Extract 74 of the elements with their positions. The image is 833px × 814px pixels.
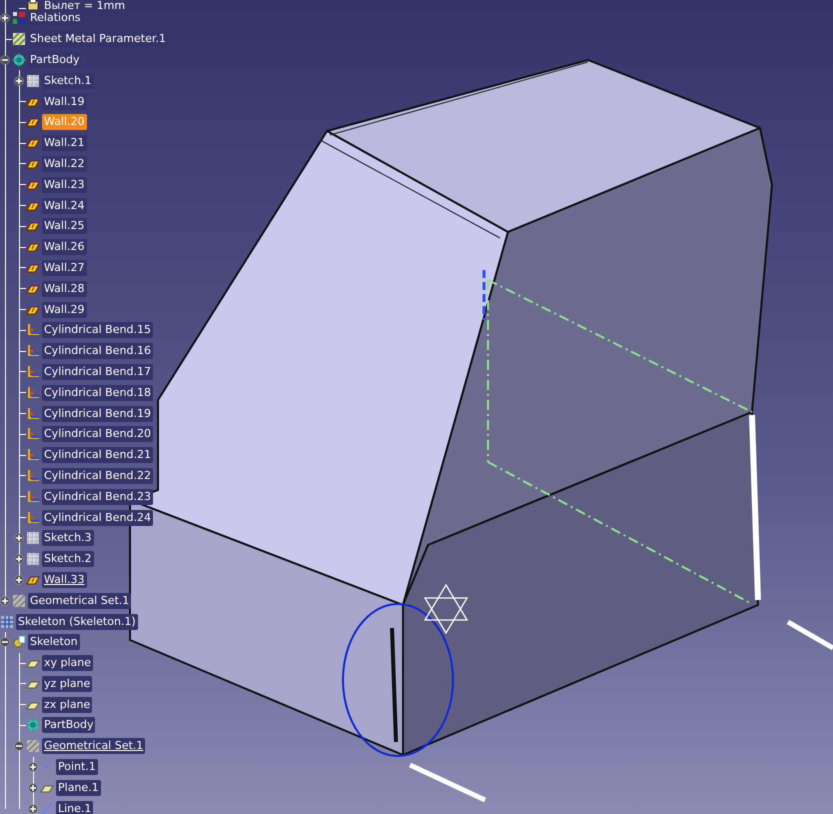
sketch-icon [26,74,40,88]
bend-icon [26,448,40,462]
tree-item[interactable]: Skeleton (Skeleton.1) [16,614,138,630]
tree-item[interactable]: Geometrical Set.1 [42,738,146,754]
product-icon [0,614,14,628]
tree-item[interactable]: Wall.22 [42,156,87,172]
bend-icon [26,344,40,358]
tree-item[interactable]: Wall.27 [42,260,87,276]
tree-item[interactable]: Wall.19 [42,94,87,110]
tree-item[interactable]: Wall.25 [42,218,87,234]
expand-icon[interactable] [28,782,38,793]
expand-icon[interactable] [0,596,10,606]
tree-item[interactable]: PartBody [42,717,96,734]
skeleton-icon [12,635,26,650]
bend-icon [26,490,40,504]
expand-icon[interactable] [14,76,24,86]
expand-icon[interactable] [0,13,10,24]
expand-icon[interactable] [14,533,24,544]
tree-item[interactable]: Cylindrical Bend.15 [42,322,153,338]
expand-icon[interactable] [14,554,24,564]
tree-item[interactable]: Cylindrical Bend.20 [42,426,153,442]
compass-icon[interactable] [424,584,468,634]
tree-item[interactable]: Line.1 [56,800,94,814]
tree-item[interactable]: Wall.28 [42,280,87,297]
tree-item[interactable]: Cylindrical Bend.16 [42,343,153,360]
expand-icon[interactable] [28,804,38,814]
tree-item[interactable]: Wall.23 [42,176,87,193]
sketch-icon [26,552,40,566]
tree-item[interactable]: Skeleton [28,634,80,650]
tree-item[interactable]: Cylindrical Bend.22 [42,468,153,484]
tree-item[interactable]: Sheet Metal Parameter.1 [28,31,168,48]
tree-item[interactable]: zx plane [42,696,92,713]
tree-item[interactable]: Wall.24 [42,198,87,214]
collapse-icon[interactable] [0,637,10,648]
geoset-icon [12,594,26,608]
tree-item[interactable]: Cylindrical Bend.24 [42,510,153,526]
tree-item[interactable]: Cylindrical Bend.18 [42,384,153,401]
relations-icon [12,11,26,26]
bend-icon [26,323,40,338]
tree-item[interactable]: Sketch.2 [42,551,94,568]
sketch-icon [26,531,40,546]
collapse-icon[interactable] [14,741,24,752]
bend-icon [26,427,40,442]
line-icon [40,802,54,814]
bend-icon [26,510,40,525]
body-icon [12,52,26,67]
tree-item[interactable]: Geometrical Set.1 [28,592,132,609]
tree-item[interactable]: Sketch.3 [42,530,94,546]
axis-line [786,620,833,650]
tree-item[interactable]: Wall.33 [42,572,87,588]
geoset-icon [26,739,40,754]
bend-icon [26,406,40,421]
tree-item[interactable]: Cylindrical Bend.17 [42,364,153,380]
tree-item[interactable]: Cylindrical Bend.21 [42,447,153,464]
bend-icon [26,364,40,379]
parameter-icon [26,0,40,12]
tree-item[interactable]: yz plane [42,676,92,692]
bend-icon [26,386,40,400]
tree-item[interactable]: Wall.29 [42,302,87,318]
tree-item[interactable]: PartBody [28,52,82,68]
tree-item[interactable]: Cylindrical Bend.23 [42,488,153,505]
bend-icon [26,468,40,483]
tree-item[interactable]: Wall.26 [42,239,87,256]
expand-icon[interactable] [28,762,38,772]
body-icon [26,718,40,732]
collapse-icon[interactable] [0,55,10,65]
tree-item[interactable]: Cylindrical Bend.19 [42,406,153,422]
tree-item[interactable]: Wall.21 [42,135,87,152]
tree-item[interactable]: Sketch.1 [42,72,94,89]
expand-icon[interactable] [14,574,24,585]
sheetmetal-icon [12,32,26,46]
tree-item[interactable]: Point.1 [56,759,98,776]
tree-item[interactable]: Plane.1 [56,780,101,796]
tree-item[interactable]: xy plane [42,655,94,672]
